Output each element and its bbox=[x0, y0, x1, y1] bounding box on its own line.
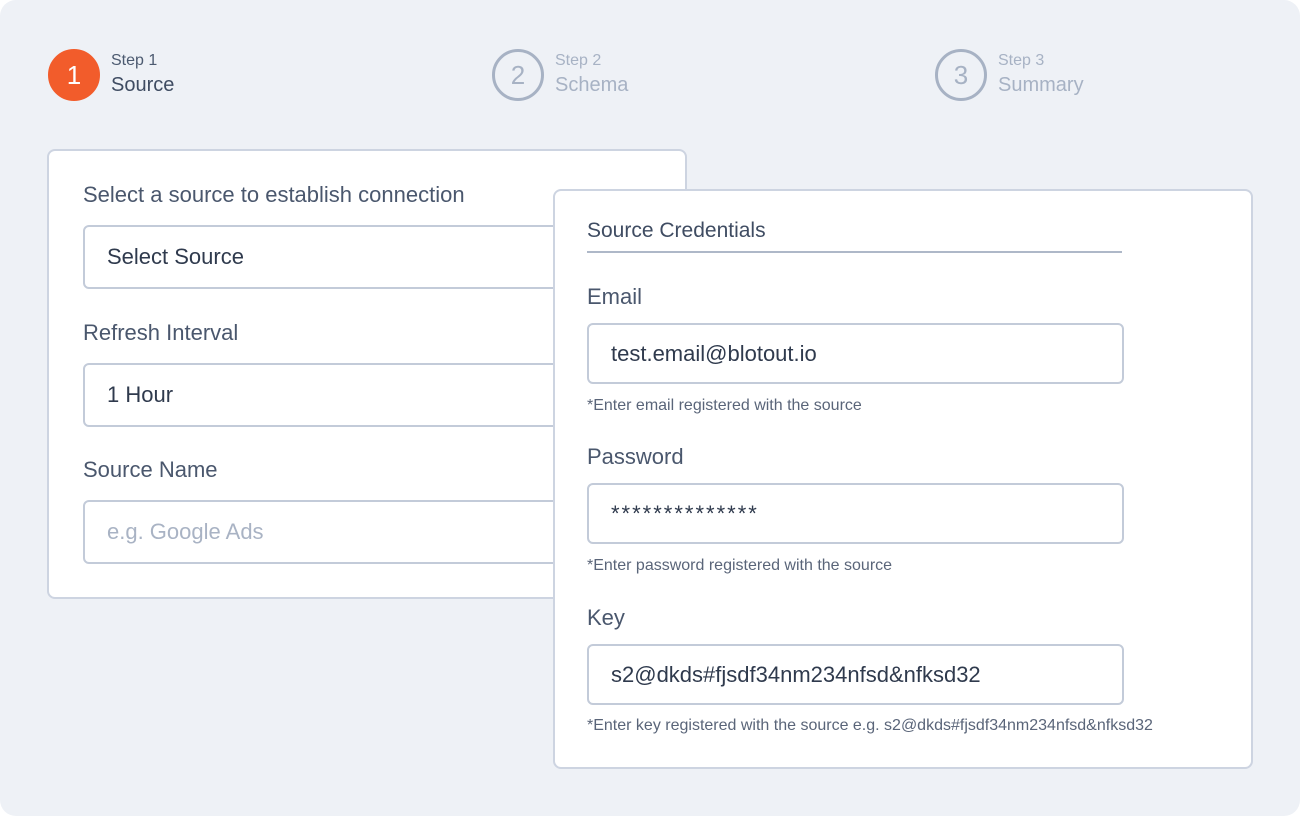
credentials-title: Source Credentials bbox=[587, 219, 1122, 253]
step-sub-label: Step 2 bbox=[555, 52, 602, 69]
email-hint: *Enter email registered with the source bbox=[587, 397, 862, 414]
step-schema[interactable]: 2 Step 2 Schema bbox=[492, 49, 628, 101]
password-hint: *Enter password registered with the sour… bbox=[587, 557, 893, 574]
wizard-canvas: 1 Step 1 Source 2 Step 2 Schema 3 Step 3… bbox=[0, 0, 1300, 816]
password-field[interactable]: ************** bbox=[587, 483, 1124, 544]
step-summary[interactable]: 3 Step 3 Summary bbox=[935, 49, 1084, 101]
step-title: Schema bbox=[555, 74, 629, 96]
step-title: Source bbox=[111, 74, 175, 96]
source-heading: Select a source to establish connection bbox=[83, 182, 465, 207]
email-field[interactable]: test.email@blotout.io bbox=[587, 323, 1124, 384]
source-name-label: Source Name bbox=[83, 457, 218, 482]
refresh-interval-label: Refresh Interval bbox=[83, 320, 239, 345]
step-number-3: 3 bbox=[935, 49, 987, 101]
step-source[interactable]: 1 Step 1 Source bbox=[48, 49, 174, 101]
step-number-2: 2 bbox=[492, 49, 544, 101]
step-sub-label: Step 1 bbox=[111, 52, 158, 69]
step-sub-label: Step 3 bbox=[998, 52, 1045, 69]
email-label: Email bbox=[587, 284, 643, 309]
key-label: Key bbox=[587, 605, 625, 630]
key-hint: *Enter key registered with the source e.… bbox=[587, 717, 1153, 734]
step-title: Summary bbox=[998, 74, 1084, 96]
key-field[interactable]: s2@dkds#fjsdf34nm234nfsd&nfksd32 bbox=[587, 644, 1124, 705]
source-credentials-card: Source Credentials Email test.email@blot… bbox=[553, 189, 1253, 769]
password-label: Password bbox=[587, 444, 684, 469]
step-number-1: 1 bbox=[48, 49, 100, 101]
